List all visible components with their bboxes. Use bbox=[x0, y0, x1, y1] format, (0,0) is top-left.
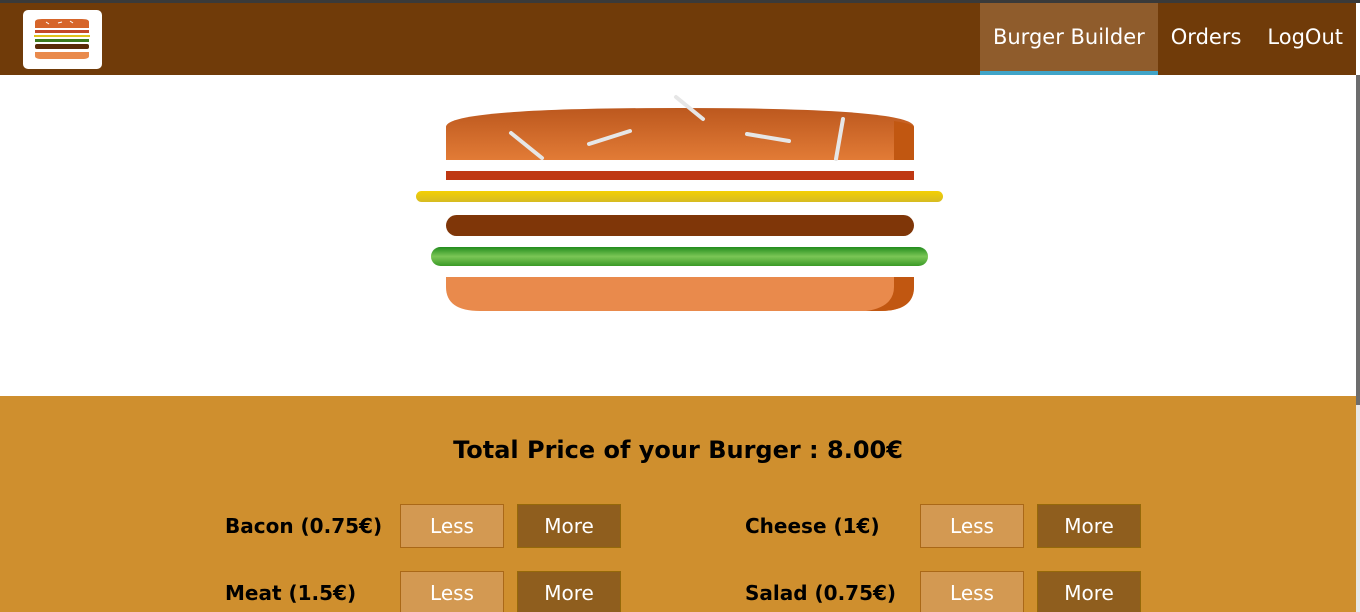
meat-more-button[interactable]: More bbox=[517, 571, 621, 612]
burger-graphic bbox=[416, 95, 943, 311]
bacon-more-button[interactable]: More bbox=[517, 504, 621, 548]
burger-logo-icon bbox=[34, 19, 90, 59]
salad-more-button[interactable]: More bbox=[1037, 571, 1141, 612]
meat bbox=[446, 215, 914, 236]
salad bbox=[431, 247, 928, 266]
bacon bbox=[446, 171, 914, 180]
nav-orders[interactable]: Orders bbox=[1158, 3, 1255, 75]
toolbar: Burger Builder Orders LogOut bbox=[0, 3, 1356, 75]
total-price: Total Price of your Burger : 8.00€ bbox=[453, 436, 903, 464]
cheese-less-button[interactable]: Less bbox=[920, 504, 1024, 548]
meat-less-button[interactable]: Less bbox=[400, 571, 504, 612]
control-label-bacon: Bacon (0.75€) bbox=[225, 514, 383, 538]
burger-preview bbox=[0, 75, 1356, 396]
bread-top bbox=[446, 95, 914, 161]
main-nav: Burger Builder Orders LogOut bbox=[979, 3, 1356, 75]
control-label-cheese: Cheese (1€) bbox=[745, 514, 880, 538]
build-controls: Total Price of your Burger : 8.00€ Bacon… bbox=[0, 396, 1356, 612]
bread-bottom bbox=[446, 277, 914, 311]
control-label-meat: Meat (1.5€) bbox=[225, 581, 357, 605]
salad-less-button[interactable]: Less bbox=[920, 571, 1024, 612]
control-label-salad: Salad (0.75€) bbox=[745, 581, 897, 605]
logo[interactable] bbox=[23, 10, 102, 69]
nav-burger-builder[interactable]: Burger Builder bbox=[979, 3, 1158, 75]
nav-logout[interactable]: LogOut bbox=[1254, 3, 1356, 75]
cheese bbox=[416, 191, 943, 202]
bacon-less-button[interactable]: Less bbox=[400, 504, 504, 548]
scrollbar-thumb[interactable] bbox=[1356, 75, 1360, 405]
cheese-more-button[interactable]: More bbox=[1037, 504, 1141, 548]
